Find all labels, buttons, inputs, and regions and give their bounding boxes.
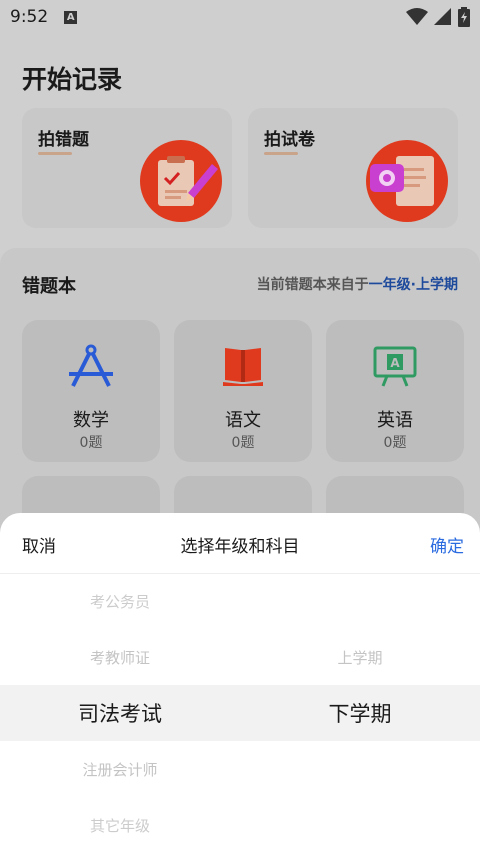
capture-card-label: 拍错题: [38, 130, 89, 150]
capture-card-underline: [38, 152, 72, 155]
notebook-source-hint: 当前错题本来自于一年级·上学期: [257, 274, 458, 294]
battery-icon: [458, 7, 470, 27]
picker-option[interactable]: 上学期: [240, 629, 480, 685]
grade-picker-column[interactable]: 考公务员 考教师证 司法考试 注册会计师 其它年级: [0, 573, 240, 853]
notebook-hint-prefix: 当前错题本来自于: [256, 277, 369, 293]
capture-test-paper-card[interactable]: 拍试卷: [248, 108, 458, 228]
subject-count: 0题: [231, 435, 255, 451]
grade-subject-picker-sheet: 选择年级和科目 取消 确定 考公务员 考教师证 司法考试 注册会计师 其它年级 …: [0, 513, 480, 853]
status-bar: 9:52 A: [0, 0, 480, 34]
confirm-button[interactable]: 确定: [430, 532, 464, 557]
status-left: 9:52 A: [10, 7, 78, 27]
subject-card-math[interactable]: 数学 0题: [22, 320, 160, 462]
subject-count: 0题: [79, 435, 103, 451]
page-title: 开始记录: [22, 65, 123, 94]
clipboard-pen-icon: [140, 140, 222, 222]
capture-wrong-question-card[interactable]: 拍错题: [22, 108, 232, 228]
book-icon: [223, 348, 263, 386]
notebook-title: 错题本: [22, 276, 76, 297]
sheet-title: 选择年级和科目: [180, 537, 300, 557]
sheet-header: 选择年级和科目 取消 确定: [0, 513, 480, 574]
cancel-button[interactable]: 取消: [22, 532, 56, 557]
term-picker-column[interactable]: 上学期 下学期: [240, 573, 480, 853]
subject-card-english[interactable]: A 英语 0题: [326, 320, 464, 462]
picker-option[interactable]: 其它年级: [0, 797, 240, 853]
subject-name: 英语: [377, 410, 413, 431]
subject-name: 语文: [225, 410, 261, 431]
status-icons: [406, 7, 470, 27]
signal-icon: [434, 8, 451, 25]
subject-name: 数学: [73, 410, 109, 431]
notebook-grade-link[interactable]: 一年级·上学期: [369, 277, 458, 293]
english-board-icon: A: [373, 346, 417, 387]
compass-icon: [69, 344, 113, 387]
subject-count: 0题: [383, 435, 407, 451]
picker-option-selected[interactable]: 下学期: [240, 685, 480, 741]
picker-option[interactable]: 考公务员: [0, 573, 240, 629]
camera-document-icon: [366, 140, 448, 222]
picker-option-selected[interactable]: 司法考试: [0, 685, 240, 741]
a-icon: A: [64, 10, 78, 24]
picker-option[interactable]: 注册会计师: [0, 741, 240, 797]
status-time: 9:52: [10, 7, 49, 27]
picker-option[interactable]: 考教师证: [0, 629, 240, 685]
svg-text:A: A: [390, 356, 400, 370]
capture-card-underline: [264, 152, 298, 155]
capture-card-label: 拍试卷: [264, 130, 315, 150]
subject-card-chinese[interactable]: 语文 0题: [174, 320, 312, 462]
wifi-icon: [406, 8, 428, 25]
